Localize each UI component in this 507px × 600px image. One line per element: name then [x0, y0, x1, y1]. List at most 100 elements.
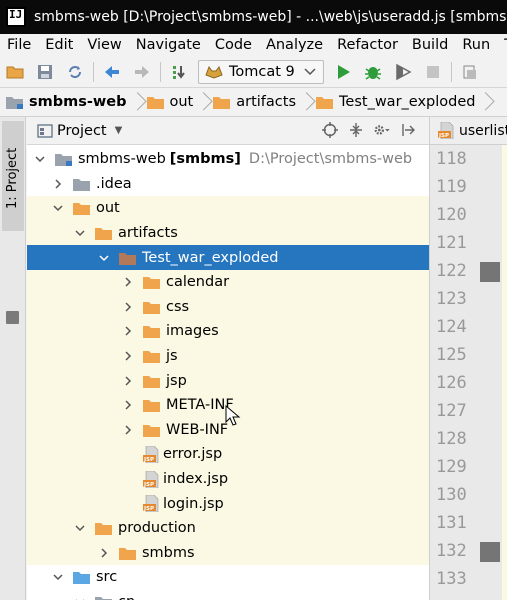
menu-analyze[interactable]: Analyze	[259, 37, 330, 53]
stop-icon[interactable]	[424, 63, 442, 81]
tree-item-label: smbms	[142, 544, 195, 561]
chevron-down-icon[interactable]	[51, 570, 65, 584]
tree-row-test-war-exploded[interactable]: Test_war_exploded	[27, 245, 429, 270]
chevron-down-icon[interactable]	[73, 595, 87, 600]
tree-row-login-jsp[interactable]: JSP login.jsp	[27, 491, 429, 516]
menu-edit[interactable]: Edit	[38, 37, 80, 53]
chevron-down-icon[interactable]	[97, 251, 111, 265]
tree-row-jsp[interactable]: jsp	[27, 368, 429, 393]
package-folder-icon	[95, 597, 112, 600]
chevron-down-icon[interactable]: ▼	[115, 125, 123, 136]
tree-item-label: smbms-web	[78, 151, 166, 168]
chevron-right-icon[interactable]	[97, 546, 111, 560]
folder-icon	[143, 277, 160, 290]
tree-row-smbms[interactable]: smbms	[27, 540, 429, 566]
project-tool-window-tab[interactable]: 1: Project	[2, 121, 24, 231]
menu-navigate[interactable]: Navigate	[129, 37, 208, 53]
chevron-down-icon[interactable]	[51, 201, 65, 215]
chevron-right-icon[interactable]	[51, 177, 65, 191]
panel-title[interactable]: Project	[57, 123, 107, 139]
folder-icon	[119, 547, 136, 560]
line-number: 118	[436, 149, 467, 169]
project-structure-icon[interactable]	[461, 63, 479, 81]
project-view-icon	[37, 123, 53, 138]
line-number: 122	[436, 261, 467, 281]
tree-row-smbms-web[interactable]: smbms-web [smbms] D:\Project\smbms-web	[27, 147, 429, 172]
menu-tools[interactable]: Tools	[497, 37, 507, 53]
tree-row-out[interactable]: out	[27, 196, 429, 221]
jsp-file-icon: JSP	[143, 495, 159, 513]
breadcrumb-item-artifacts[interactable]: artifacts	[207, 88, 300, 116]
chevron-right-icon[interactable]	[121, 398, 135, 412]
line-number: 120	[436, 205, 467, 225]
locate-icon[interactable]	[321, 121, 339, 139]
back-icon[interactable]	[103, 63, 121, 81]
line-number-gutter[interactable]: 118 119 120 121 122 123 124 125 126 127 …	[430, 145, 507, 600]
chevron-down-icon[interactable]	[73, 521, 87, 535]
folder-icon	[95, 228, 112, 241]
menu-run[interactable]: Run	[455, 37, 497, 53]
tree-item-label: production	[118, 520, 196, 537]
folder-icon	[143, 326, 160, 339]
jsp-file-icon: JSP	[143, 445, 159, 463]
tree-row-idea[interactable]: .idea	[27, 172, 429, 197]
tree-row-js[interactable]: js	[27, 343, 429, 369]
svg-text:JSP: JSP	[143, 506, 154, 512]
tree-item-label: login.jsp	[163, 495, 224, 512]
chevron-right-icon[interactable]	[121, 275, 135, 289]
panel-actions	[317, 121, 421, 139]
menu-build[interactable]: Build	[405, 37, 455, 53]
favorites-icon[interactable]	[6, 311, 19, 324]
intellij-logo-icon	[6, 7, 26, 27]
chevron-down-icon[interactable]	[33, 152, 47, 166]
tree-row-src[interactable]: src	[27, 565, 429, 590]
breakpoint-marker[interactable]	[480, 542, 500, 562]
hide-icon[interactable]	[399, 121, 417, 139]
chevron-right-icon[interactable]	[121, 349, 135, 363]
run-configuration-dropdown[interactable]: Tomcat 9	[198, 59, 324, 84]
side-tab-label: 1: Project	[5, 147, 20, 209]
save-icon[interactable]	[36, 63, 54, 81]
tree-row-css[interactable]: css	[27, 294, 429, 320]
menu-view[interactable]: View	[80, 37, 128, 53]
chevron-right-icon[interactable]	[121, 423, 135, 437]
menu-code[interactable]: Code	[208, 37, 259, 53]
tree-row-images[interactable]: images	[27, 319, 429, 344]
breadcrumb-item-out[interactable]: out	[141, 88, 198, 116]
jsp-file-icon: JSP	[143, 470, 159, 488]
code-area-edge[interactable]	[502, 145, 507, 600]
breakpoint-marker[interactable]	[480, 262, 500, 282]
debug-icon[interactable]	[364, 63, 382, 81]
line-number: 119	[436, 177, 467, 197]
chevron-down-icon[interactable]	[73, 226, 87, 240]
chevron-right-icon[interactable]	[121, 374, 135, 388]
menu-file[interactable]: File	[0, 37, 38, 53]
tree-row-index-jsp[interactable]: JSP index.jsp	[27, 466, 429, 492]
run-icon[interactable]	[334, 63, 352, 81]
project-panel-header: Project ▼	[27, 117, 429, 145]
forward-icon[interactable]	[133, 63, 151, 81]
tree-row-error-jsp[interactable]: JSP error.jsp	[27, 442, 429, 467]
line-number: 124	[436, 317, 467, 337]
tree-row-artifacts[interactable]: artifacts	[27, 220, 429, 246]
sync-icon[interactable]	[66, 63, 84, 81]
project-tree: smbms-web [smbms] D:\Project\smbms-web .…	[27, 145, 429, 600]
menu-refactor[interactable]: Refactor	[330, 37, 405, 53]
editor-tab-userlist[interactable]: JSP userlist	[430, 117, 507, 145]
settings-icon[interactable]	[373, 121, 391, 139]
open-icon[interactable]	[6, 63, 24, 81]
tree-item-label: error.jsp	[163, 446, 223, 463]
chevron-right-icon[interactable]	[121, 300, 135, 314]
folder-icon	[119, 252, 136, 265]
svg-text:JSP: JSP	[438, 133, 449, 139]
breadcrumb-item-test-war-exploded[interactable]: Test_war_exploded	[310, 88, 479, 116]
tree-row-calendar[interactable]: calendar	[27, 270, 429, 295]
tree-row-cn[interactable]: cn	[27, 590, 429, 600]
coverage-icon[interactable]	[394, 63, 412, 81]
tree-row-production[interactable]: production	[27, 516, 429, 541]
chevron-right-icon[interactable]	[121, 324, 135, 338]
tree-item-label: css	[166, 298, 190, 315]
breadcrumb-item-smbms-web[interactable]: smbms-web	[0, 88, 131, 116]
build-icon[interactable]	[170, 63, 188, 81]
collapse-icon[interactable]	[347, 121, 365, 139]
